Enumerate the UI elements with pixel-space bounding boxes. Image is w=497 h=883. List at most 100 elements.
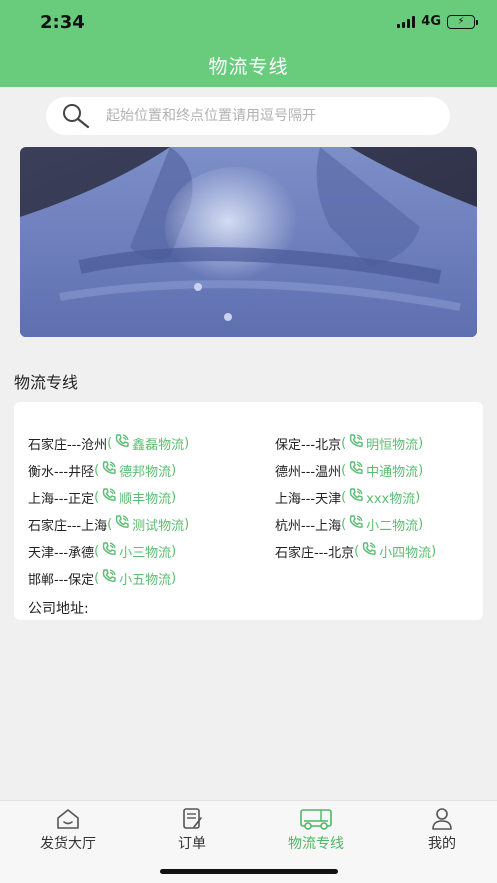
phone-icon[interactable] xyxy=(348,460,364,480)
status-time: 2:34 xyxy=(40,12,85,33)
route-item[interactable]: 石家庄---沧州( 鑫磊物流) xyxy=(28,433,189,453)
route-company[interactable]: ( 小四物流) xyxy=(354,541,436,561)
route-text: 石家庄---沧州 xyxy=(28,437,108,453)
paren-close: ) xyxy=(171,489,177,505)
tab-profile[interactable]: 我的 xyxy=(380,807,497,853)
route-item[interactable]: 衡水---井陉(德邦物流) xyxy=(28,460,176,480)
search-icon xyxy=(63,104,90,129)
company-name: 小五物流 xyxy=(119,572,172,588)
route-text: 石家庄---上海 xyxy=(28,518,108,534)
route-company[interactable]: ( 小三物流) xyxy=(94,541,176,561)
paren-close: ) xyxy=(415,489,421,505)
route-item[interactable]: 上海---正定(顺丰物流) xyxy=(28,487,176,507)
phone-icon[interactable] xyxy=(101,460,117,480)
paren-open: ( xyxy=(94,489,100,505)
route-item[interactable]: 石家庄---上海( 测试物流) xyxy=(28,514,189,534)
user-icon xyxy=(432,808,452,830)
company-name: 德邦物流 xyxy=(119,464,172,480)
route-item[interactable]: 德州---温州( 中通物流) xyxy=(275,460,423,480)
paren-open: ( xyxy=(107,516,113,532)
banner-image[interactable] xyxy=(20,147,477,337)
phone-icon[interactable] xyxy=(114,433,130,453)
company-address-label: 公司地址: xyxy=(28,601,89,617)
section-title: 物流专线 xyxy=(14,373,79,392)
truck-icon xyxy=(300,809,332,830)
route-text: 天津---承德 xyxy=(28,545,95,561)
paren-close: ) xyxy=(171,543,177,559)
home-icon xyxy=(57,809,79,829)
company-name: 小四物流 xyxy=(379,545,432,561)
status-bar: 2:34 4G ⚡ xyxy=(0,0,497,48)
paren-close: ) xyxy=(418,462,424,478)
paren-open: ( xyxy=(354,543,360,559)
paren-close: ) xyxy=(418,516,424,532)
phone-icon[interactable] xyxy=(348,487,364,507)
tab-label: 发货大厅 xyxy=(40,836,96,852)
search-bar[interactable] xyxy=(46,97,450,135)
paren-close: ) xyxy=(418,435,424,451)
paren-open: ( xyxy=(107,435,113,451)
company-name: 小二物流 xyxy=(366,518,419,534)
route-company[interactable]: ( 顺丰物流) xyxy=(94,487,176,507)
paren-open: ( xyxy=(94,462,100,478)
route-company[interactable]: ( 明恒物流) xyxy=(341,433,423,453)
route-company[interactable]: ( 测试物流) xyxy=(107,514,189,534)
paren-close: ) xyxy=(184,435,190,451)
company-name: 测试物流 xyxy=(132,518,185,534)
company-name: 顺丰物流 xyxy=(119,491,172,507)
route-company[interactable]: ( 小五物流) xyxy=(94,568,176,588)
route-company[interactable]: ( 小二物流) xyxy=(341,514,423,534)
company-name: 鑫磊物流 xyxy=(132,437,185,453)
route-text: 德州---温州 xyxy=(275,464,342,480)
route-text: 杭州---上海 xyxy=(275,518,342,534)
company-name: xxx物流 xyxy=(366,491,416,507)
paren-open: ( xyxy=(341,435,347,451)
route-company[interactable]: ( 鑫磊物流) xyxy=(107,433,189,453)
phone-icon[interactable] xyxy=(101,487,117,507)
phone-icon[interactable] xyxy=(101,568,117,588)
paren-open: ( xyxy=(341,516,347,532)
route-company[interactable]: ( 德邦物流) xyxy=(94,460,176,480)
route-text: 保定---北京 xyxy=(275,437,342,453)
paren-close: ) xyxy=(171,570,177,586)
phone-icon[interactable] xyxy=(114,514,130,534)
tab-label: 订单 xyxy=(178,836,206,852)
route-text: 邯郸---保定 xyxy=(28,572,95,588)
tab-label: 我的 xyxy=(428,836,456,852)
paren-open: ( xyxy=(94,543,100,559)
company-name: 明恒物流 xyxy=(366,437,419,453)
paren-close: ) xyxy=(184,516,190,532)
paren-open: ( xyxy=(341,462,347,478)
home-indicator xyxy=(160,869,338,874)
paren-open: ( xyxy=(94,570,100,586)
route-list-card: 石家庄---沧州(鑫磊物流) 保定---北京(明恒物流) 衡水---井陉(德邦物流)… xyxy=(14,402,483,620)
tab-shipping-hall[interactable]: 发货大厅 xyxy=(6,807,130,853)
route-item[interactable]: 石家庄---北京( 小四物流) xyxy=(275,541,436,561)
battery-icon: ⚡ xyxy=(447,14,478,29)
search-input[interactable] xyxy=(106,108,426,124)
phone-icon[interactable] xyxy=(361,541,377,561)
route-item[interactable]: 天津---承德( 小三物流) xyxy=(28,541,176,561)
company-name: 小三物流 xyxy=(119,545,172,561)
tab-logistics-lines[interactable]: 物流专线 xyxy=(254,807,378,853)
company-name: 中通物流 xyxy=(366,464,419,480)
status-indicators: 4G ⚡ xyxy=(397,14,478,29)
route-text: 上海---天津 xyxy=(275,491,342,507)
route-item[interactable]: 上海---天津(xxx物流) xyxy=(275,487,420,507)
page-title: 物流专线 xyxy=(208,56,289,78)
route-company[interactable]: ( 中通物流) xyxy=(341,460,423,480)
route-item[interactable]: 邯郸---保定( 小五物流) xyxy=(28,568,176,588)
route-text: 石家庄---北京 xyxy=(275,545,355,561)
paren-close: ) xyxy=(171,462,177,478)
signal-icon xyxy=(397,15,416,28)
route-item[interactable]: 保定---北京( 明恒物流) xyxy=(275,433,423,453)
paren-close: ) xyxy=(431,543,437,559)
network-type: 4G xyxy=(421,14,441,29)
phone-icon[interactable] xyxy=(101,541,117,561)
phone-icon[interactable] xyxy=(348,514,364,534)
phone-icon[interactable] xyxy=(348,433,364,453)
order-icon xyxy=(183,808,202,829)
tab-orders[interactable]: 订单 xyxy=(130,807,254,853)
route-company[interactable]: (xxx物流) xyxy=(341,487,420,507)
route-item[interactable]: 杭州---上海( 小二物流) xyxy=(275,514,423,534)
